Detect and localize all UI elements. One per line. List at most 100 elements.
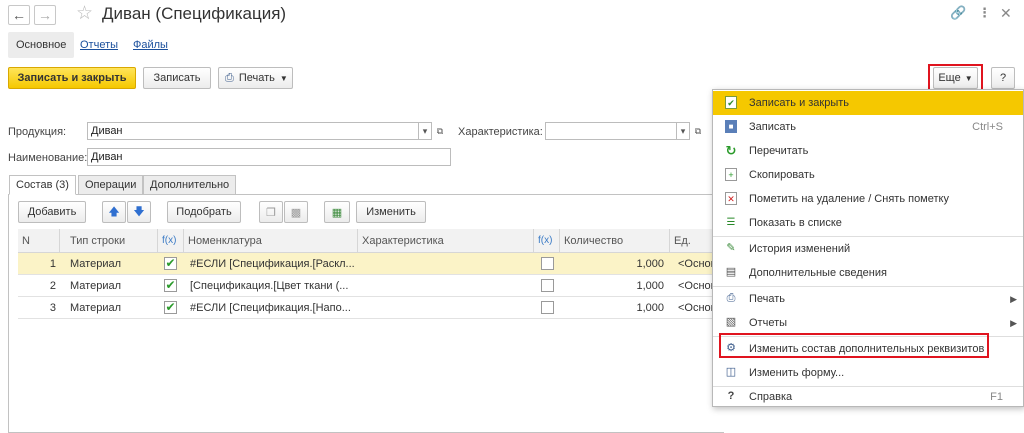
vertical-dots-icon[interactable]: ⋮ [978,5,991,21]
copy-icon: ❐ [266,206,276,219]
cell-characteristic [362,297,532,319]
print-button[interactable]: ⎙ Печать ▼ [218,67,293,89]
menu-item-save-close[interactable]: ✔ Записать и закрыть [713,91,1023,115]
refresh-icon: ↻ [725,143,737,158]
menu-item-edit-form[interactable]: ◫ Изменить форму... [713,361,1023,385]
cell-n: 3 [49,302,56,314]
highlight-edit-attributes [719,333,989,358]
change-button[interactable]: Изменить [356,201,426,223]
tab-files[interactable]: Файлы [133,32,168,58]
cell-n: 2 [49,280,56,292]
menu-item-additional-info[interactable]: ▤ Дополнительные сведения [713,261,1023,285]
column-header-nomenclature[interactable]: Номенклатура [184,229,358,253]
edit-form-icon: ◫ [725,366,737,378]
history-icon: ✎ [726,242,736,254]
print-button-label: Печать [238,72,275,84]
menu-item-print[interactable]: ⎙ Печать ▶ [713,287,1023,311]
menu-item-reports[interactable]: ▧ Отчеты ▶ [713,311,1023,335]
name-field[interactable]: Диван [87,148,451,166]
column-header-quantity[interactable]: Количество [560,229,670,253]
tab-reports[interactable]: Отчеты [80,32,118,58]
report-icon: ▧ [725,316,737,328]
menu-item-show-in-list[interactable]: ☰ Показать в списке [713,211,1023,235]
column-header-flag[interactable]: f(x) [158,229,184,253]
checkbox-unchecked[interactable] [541,279,554,292]
menu-item-label: Справка [749,391,793,403]
checkbox-checked[interactable]: ✔ [164,257,177,270]
arrow-down-icon: 🡇 [133,205,145,218]
submenu-arrow-icon: ▶ [1010,294,1017,304]
cell-nomenclature: #ЕСЛИ [Спецификация.[Раскл... [190,258,355,270]
menu-item-copy[interactable]: + Скопировать [713,163,1023,187]
table-settings-button[interactable]: ▦ [324,201,350,223]
menu-item-label: Скопировать [749,169,815,181]
open-button[interactable]: ⧉ [433,122,447,140]
checkbox-checked[interactable]: ✔ [164,279,177,292]
close-icon[interactable]: ✕ [1000,5,1012,22]
copy-row-button[interactable]: ❐ [259,201,283,223]
checkbox-unchecked[interactable] [541,301,554,314]
cell-nomenclature: #ЕСЛИ [Спецификация.[Напо... [190,302,351,314]
move-down-button[interactable]: 🡇 [127,201,151,223]
forward-button[interactable]: → [34,5,56,25]
menu-item-help[interactable]: ? Справка F1 [713,385,1023,409]
cell-characteristic [362,253,532,275]
menu-item-label: Отчеты [749,317,788,329]
link-icon[interactable]: 🔗 [950,5,966,21]
save-and-close-button[interactable]: Записать и закрыть [8,67,136,89]
dropdown-button[interactable]: ▾ [418,122,432,140]
table-row[interactable]: 1 Материал ✔ #ЕСЛИ [Спецификация.[Раскл.… [18,253,724,275]
save-close-icon: ✔ [725,96,737,109]
star-icon[interactable]: ☆ [76,2,93,25]
open-link-icon: ⧉ [436,125,444,136]
dropdown-icon: ▾ [680,125,686,136]
table-row[interactable]: 3 Материал ✔ #ЕСЛИ [Спецификация.[Напо..… [18,297,724,319]
menu-item-mark-delete[interactable]: ✕ Пометить на удаление / Снять пометку [713,187,1023,211]
name-label: Наименование: [8,152,88,164]
copy-icon: + [725,168,737,181]
menu-item-shortcut: F1 [990,391,1003,403]
column-header-characteristic[interactable]: Характеристика [358,229,534,253]
product-field[interactable]: Диван [87,122,419,140]
paste-icon: ▩ [290,206,302,219]
open-button[interactable]: ⧉ [691,122,705,140]
menu-item-reread[interactable]: ↻ Перечитать [713,139,1023,163]
printer-icon: ⎙ [726,292,736,304]
window-title: Диван (Спецификация) [102,4,287,23]
tab-composition[interactable]: Состав (3) [9,175,76,195]
menu-item-label: Изменить форму... [749,367,845,379]
move-up-button[interactable]: 🡅 [102,201,126,223]
menu-item-label: Дополнительные сведения [749,267,887,279]
menu-item-label: Записать и закрыть [749,97,850,109]
info-doc-icon: ▤ [725,266,737,278]
back-button[interactable]: ← [8,5,30,25]
dropdown-button[interactable]: ▾ [676,122,690,140]
tab-operations[interactable]: Операции [78,175,144,195]
column-header-n[interactable]: N [18,229,60,253]
tab-additional[interactable]: Дополнительно [143,175,237,195]
table-row[interactable]: 2 Материал ✔ [Спецификация.[Цвет ткани (… [18,275,724,297]
formula-icon: f(x) [162,235,177,246]
paste-row-button[interactable]: ▩ [284,201,308,223]
characteristic-field[interactable] [545,122,677,140]
menu-item-save[interactable]: ■ Записать Ctrl+S [713,115,1023,139]
menu-item-history[interactable]: ✎ История изменений [713,237,1023,261]
column-header-flag2[interactable]: f(x) [534,229,560,253]
more-menu: ✔ Записать и закрыть ■ Записать Ctrl+S ↻… [712,89,1024,407]
printer-icon: ⎙ [225,71,234,84]
save-button[interactable]: Записать [143,67,211,89]
tab-main[interactable]: Основное [8,32,75,58]
help-button[interactable]: ? [991,67,1015,89]
formula-icon: f(x) [538,235,553,246]
show-in-list-icon: ☰ [726,217,736,228]
column-header-type[interactable]: Тип строки [60,229,158,253]
cell-nomenclature: [Спецификация.[Цвет ткани (... [190,280,349,292]
add-button[interactable]: Добавить [18,201,86,223]
cell-type: Материал [70,280,121,292]
checkbox-checked[interactable]: ✔ [164,301,177,314]
cell-type: Материал [70,302,121,314]
checkbox-unchecked[interactable] [541,257,554,270]
menu-item-label: Записать [749,121,797,133]
product-label: Продукция: [8,126,67,138]
pick-button[interactable]: Подобрать [167,201,241,223]
